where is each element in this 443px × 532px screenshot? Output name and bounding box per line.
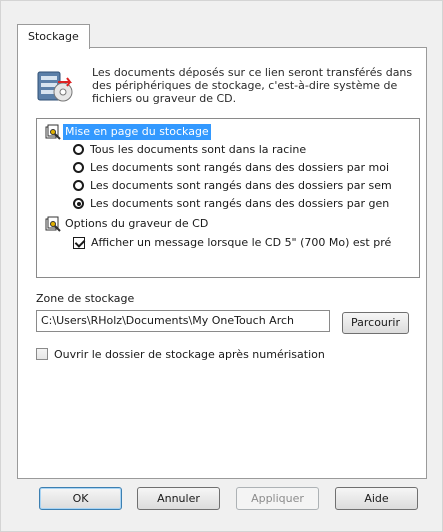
radio-button[interactable] [73,180,84,191]
radio-button[interactable] [73,144,84,155]
layout-option-by-month[interactable]: Les documents sont rangés dans des dossi… [73,159,419,176]
cd-option-label: Afficher un message lorsque le CD 5" (70… [91,236,392,249]
tab-stockage[interactable]: Stockage [17,24,90,49]
layout-option-label: Les documents sont rangés dans des dossi… [90,179,392,192]
cd-option-show-message[interactable]: Afficher un message lorsque le CD 5" (70… [73,234,419,251]
layout-option-label: Les documents sont rangés dans des dossi… [90,197,390,210]
checkbox-checked[interactable] [73,236,85,249]
tree-group-layout[interactable]: Mise en page du stockage [45,123,211,140]
open-folder-label: Ouvrir le dossier de stockage après numé… [54,347,325,361]
cd-burner-settings-icon [45,216,61,232]
open-folder-after-scan-option[interactable]: Ouvrir le dossier de stockage après numé… [36,346,325,362]
storage-options-tree[interactable]: Mise en page du stockage Tous les docume… [36,118,420,278]
description-text: Les documents déposés sur ce lien seront… [92,66,413,105]
dialog-button-bar: OK Annuler Appliquer Aide [1,479,442,531]
open-folder-checkbox[interactable] [36,348,48,360]
layout-option-label: Les documents sont rangés dans des dossi… [90,161,390,174]
radio-button[interactable] [73,162,84,173]
cancel-button[interactable]: Annuler [137,487,220,510]
browse-button[interactable]: Parcourir [342,312,409,334]
storage-properties-dialog: Stockage Les documents déposés sur ce li… [0,0,443,532]
apply-button[interactable]: Appliquer [236,487,319,510]
storage-device-icon [37,71,73,102]
description-row: Les documents déposés sur ce lien seront… [36,66,421,110]
radio-button-selected[interactable] [73,198,84,209]
layout-option-label: Tous les documents sont dans la racine [90,143,307,156]
tree-group-cd-burner[interactable]: Options du graveur de CD [45,215,210,232]
storage-path-field[interactable]: C:\Users\RHolz\Documents\My OneTouch Arc… [36,310,330,332]
tree-group-cd-burner-label: Options du graveur de CD [65,216,209,230]
help-button[interactable]: Aide [335,487,418,510]
layout-settings-icon [45,124,61,140]
tab-panel: Les documents déposés sur ce lien seront… [17,47,427,479]
ok-button[interactable]: OK [39,487,122,510]
tree-group-layout-label: Mise en page du stockage [63,123,211,140]
layout-option-by-week[interactable]: Les documents sont rangés dans des dossi… [73,177,419,194]
layout-option-by-type[interactable]: Les documents sont rangés dans des dossi… [73,195,419,212]
storage-zone-label: Zone de stockage [36,292,135,305]
layout-option-root[interactable]: Tous les documents sont dans la racine [73,141,419,158]
